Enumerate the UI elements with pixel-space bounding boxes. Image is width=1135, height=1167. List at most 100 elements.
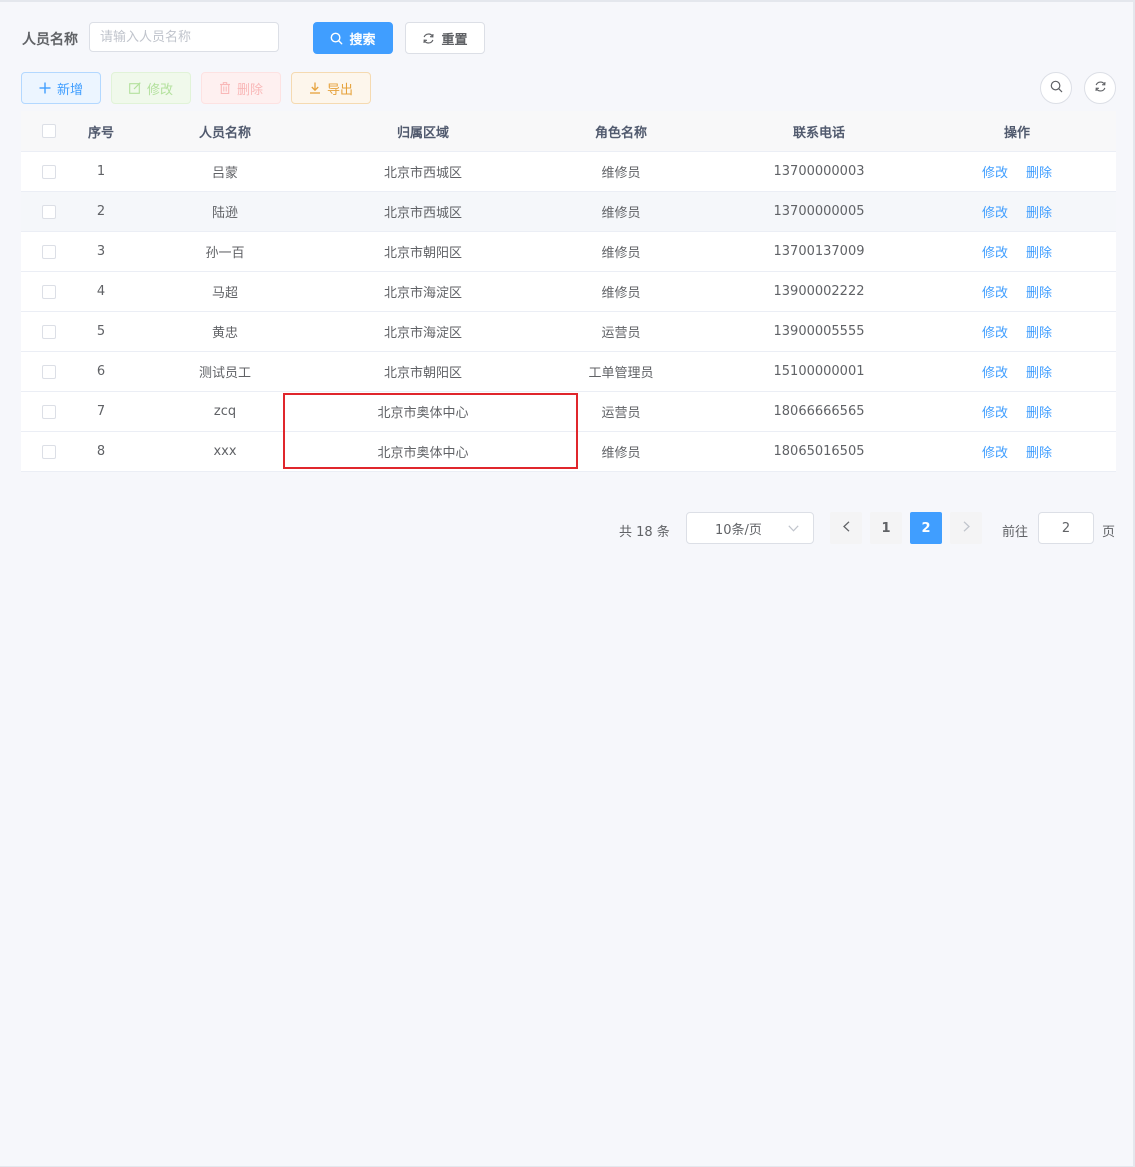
cell-area: 北京市朝阳区	[383, 366, 462, 381]
row-checkbox[interactable]	[41, 404, 56, 419]
cell-ops: 修改 删除	[918, 442, 1116, 461]
add-button[interactable]: 新增	[21, 72, 101, 104]
page-size-select[interactable]: 10条/页	[686, 512, 814, 544]
edit-button-label: 修改	[146, 82, 173, 98]
table-row: 1 吕蒙 北京市西城区 维修员 13700000003 修改 删除	[21, 152, 1116, 192]
row-checkbox[interactable]	[41, 284, 56, 299]
select-all-checkbox[interactable]	[41, 124, 56, 138]
cell-phone: 18065016505	[773, 444, 865, 459]
prev-page-button[interactable]	[830, 512, 862, 544]
edit-icon	[129, 82, 141, 94]
row-edit-link[interactable]: 修改	[982, 362, 1008, 381]
goto-label: 前往	[1002, 525, 1029, 540]
row-edit-link[interactable]: 修改	[982, 402, 1008, 421]
cell-name: 吕蒙	[211, 166, 238, 181]
cell-role: 工单管理员	[588, 366, 654, 381]
cell-phone: 13700000003	[773, 164, 865, 179]
header-name: 人员名称	[198, 125, 251, 141]
export-button[interactable]: 导出	[291, 72, 371, 104]
cell-phone: 13900005555	[773, 324, 865, 339]
cell-phone: 13900002222	[773, 284, 865, 299]
name-search-input[interactable]	[89, 22, 279, 52]
header-index: 序号	[87, 125, 114, 141]
cell-index: 3	[96, 244, 106, 259]
search-label: 人员名称	[22, 32, 78, 48]
cell-role: 运营员	[601, 326, 641, 341]
chevron-right-icon	[963, 520, 970, 536]
search-icon	[1050, 80, 1063, 97]
refresh-icon	[1094, 80, 1107, 97]
cell-name: 马超	[211, 286, 238, 301]
row-delete-link[interactable]: 删除	[1026, 242, 1052, 261]
cell-name: 孙一百	[205, 246, 245, 261]
next-page-button[interactable]	[950, 512, 982, 544]
table-row: 4 马超 北京市海淀区 维修员 13900002222 修改 删除	[21, 272, 1116, 312]
header-ops: 操作	[1003, 125, 1030, 141]
header-phone: 联系电话	[792, 125, 845, 141]
page-size-value: 10条/页	[715, 522, 762, 538]
row-delete-link[interactable]: 删除	[1026, 322, 1052, 341]
row-checkbox[interactable]	[41, 204, 56, 219]
search-button[interactable]: 搜索	[313, 22, 393, 54]
cell-index: 1	[96, 164, 106, 179]
top-border	[0, 0, 1135, 2]
cell-index: 2	[96, 204, 106, 219]
row-delete-link[interactable]: 删除	[1026, 362, 1052, 381]
row-delete-link[interactable]: 删除	[1026, 202, 1052, 221]
page-button-1[interactable]: 1	[870, 512, 902, 544]
header-select-all[interactable]	[21, 124, 76, 138]
cell-ops: 修改 删除	[918, 242, 1116, 261]
toggle-search-button[interactable]	[1040, 72, 1072, 104]
cell-ops: 修改 删除	[918, 282, 1116, 301]
cell-ops: 修改 删除	[918, 362, 1116, 381]
row-edit-link[interactable]: 修改	[982, 242, 1008, 261]
row-checkbox[interactable]	[41, 364, 56, 379]
row-edit-link[interactable]: 修改	[982, 442, 1008, 461]
cell-index: 8	[96, 444, 106, 459]
cell-role: 维修员	[601, 246, 641, 261]
table-row: 2 陆逊 北京市西城区 维修员 13700000005 修改 删除	[21, 192, 1116, 232]
cell-name: 黄忠	[211, 326, 238, 341]
row-delete-link[interactable]: 删除	[1026, 442, 1052, 461]
row-edit-link[interactable]: 修改	[982, 202, 1008, 221]
row-select-cell[interactable]	[21, 404, 76, 419]
cell-area: 北京市西城区	[383, 206, 462, 221]
cell-ops: 修改 删除	[918, 322, 1116, 341]
row-edit-link[interactable]: 修改	[982, 162, 1008, 181]
row-edit-link[interactable]: 修改	[982, 282, 1008, 301]
row-select-cell[interactable]	[21, 284, 76, 299]
row-select-cell[interactable]	[21, 244, 76, 259]
cell-name: 测试员工	[198, 366, 251, 381]
row-checkbox[interactable]	[41, 244, 56, 259]
row-checkbox[interactable]	[41, 444, 56, 459]
cell-ops: 修改 删除	[918, 162, 1116, 181]
row-select-cell[interactable]	[21, 164, 76, 179]
edit-button[interactable]: 修改	[111, 72, 191, 104]
plus-icon	[39, 82, 51, 94]
row-select-cell[interactable]	[21, 204, 76, 219]
row-delete-link[interactable]: 删除	[1026, 162, 1052, 181]
trash-icon	[219, 82, 231, 94]
download-icon	[309, 82, 321, 94]
goto-page-input[interactable]	[1038, 512, 1094, 544]
row-delete-link[interactable]: 删除	[1026, 402, 1052, 421]
row-checkbox[interactable]	[41, 324, 56, 339]
row-checkbox[interactable]	[41, 164, 56, 179]
delete-button[interactable]: 删除	[201, 72, 281, 104]
row-select-cell[interactable]	[21, 324, 76, 339]
chevron-down-icon	[788, 521, 799, 536]
cell-ops: 修改 删除	[918, 402, 1116, 421]
row-delete-link[interactable]: 删除	[1026, 282, 1052, 301]
row-select-cell[interactable]	[21, 364, 76, 379]
table-row: 6 测试员工 北京市朝阳区 工单管理员 15100000001 修改 删除	[21, 352, 1116, 392]
refresh-icon	[422, 32, 435, 45]
page-button-2-active[interactable]: 2	[910, 512, 942, 544]
row-edit-link[interactable]: 修改	[982, 322, 1008, 341]
reset-button[interactable]: 重置	[405, 22, 485, 54]
table-row: 5 黄忠 北京市海淀区 运营员 13900005555 修改 删除	[21, 312, 1116, 352]
cell-index: 7	[96, 404, 106, 419]
header-role: 角色名称	[594, 125, 647, 141]
row-select-cell[interactable]	[21, 444, 76, 459]
cell-area: 北京市朝阳区	[383, 246, 462, 261]
refresh-table-button[interactable]	[1084, 72, 1116, 104]
